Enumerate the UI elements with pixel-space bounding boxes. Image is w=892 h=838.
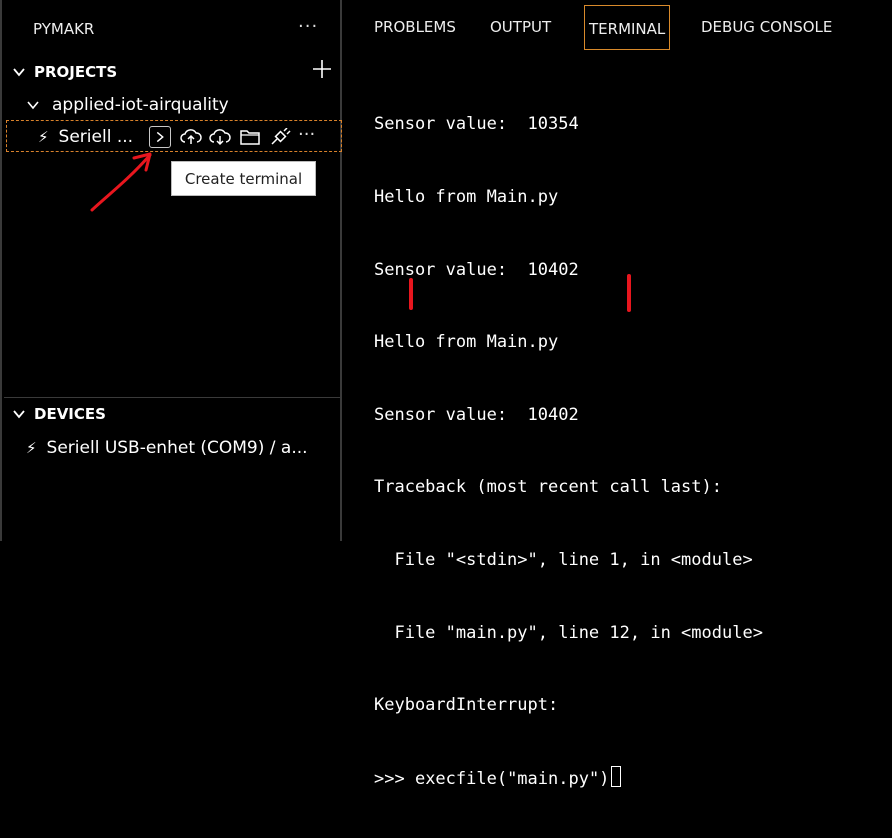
tab-output[interactable]: OUTPUT <box>490 18 551 36</box>
tab-debug-console[interactable]: DEBUG CONSOLE <box>701 18 832 36</box>
terminal-line: File "main.py", line 12, in <module> <box>374 622 763 643</box>
create-terminal-button[interactable] <box>149 126 171 148</box>
terminal-command: execfile("main.py") <box>414 768 610 789</box>
projects-section-header[interactable]: PROJECTS <box>12 63 117 81</box>
device-label: Seriell USB-enhet (COM9) / a... <box>46 438 308 458</box>
projects-header-label: PROJECTS <box>34 63 118 81</box>
terminal-prompt: >>> <box>374 768 415 789</box>
project-name: applied-iot-airquality <box>52 95 229 115</box>
upload-cloud-icon[interactable] <box>180 128 202 146</box>
terminal-input-line[interactable]: >>> execfile("main.py") <box>374 765 763 790</box>
sidebar-more-button[interactable]: ··· <box>298 16 318 37</box>
project-item[interactable]: applied-iot-airquality <box>26 95 229 115</box>
terminal-line: Hello from Main.py <box>374 187 559 207</box>
terminal-output[interactable]: Sensor value: 10354 Hello from Main.py S… <box>374 64 763 838</box>
chevron-down-icon <box>13 410 25 419</box>
section-divider <box>4 397 342 398</box>
terminal-line: KeyboardInterrupt: <box>374 695 559 716</box>
terminal-line: Traceback (most recent call last): <box>374 477 722 498</box>
create-terminal-tooltip: Create terminal <box>171 161 316 196</box>
download-cloud-icon[interactable] <box>209 128 231 146</box>
project-device-label: Seriell ... <box>58 127 134 147</box>
devices-section-header[interactable]: DEVICES <box>12 405 106 423</box>
pymakr-sidebar: PYMAKR ··· PROJECTS applied-iot-airquali… <box>0 0 342 541</box>
project-device-label-row: ⚡ Seriell ... <box>38 127 133 147</box>
terminal-cursor <box>611 765 622 787</box>
device-more-button[interactable]: ··· <box>298 124 315 145</box>
terminal-line: File "<stdin>", line 1, in <module> <box>374 549 753 570</box>
panel-tabs: PROBLEMS OUTPUT TERMINAL DEBUG CONSOLE <box>344 0 892 54</box>
chevron-down-icon <box>27 101 39 110</box>
bottom-panel: PROBLEMS OUTPUT TERMINAL DEBUG CONSOLE S… <box>344 0 892 789</box>
folder-icon[interactable] <box>239 128 261 146</box>
connect-plug-icon[interactable] <box>269 128 291 146</box>
devices-header-label: DEVICES <box>34 405 106 423</box>
sidebar-title: PYMAKR <box>33 20 95 38</box>
terminal-line: Sensor value: 10402 <box>374 404 579 425</box>
terminal-line: Sensor value: 10402 <box>374 259 579 280</box>
tab-problems[interactable]: PROBLEMS <box>374 18 456 36</box>
terminal-line: Hello from Main.py <box>374 332 559 353</box>
lightning-icon: ⚡ <box>26 439 37 457</box>
add-project-button[interactable] <box>311 58 333 80</box>
terminal-line: Sensor value: 10354 <box>374 114 579 135</box>
lightning-icon: ⚡ <box>38 128 49 146</box>
chevron-down-icon <box>13 68 25 77</box>
device-item[interactable]: ⚡ Seriell USB-enhet (COM9) / a... <box>26 438 308 458</box>
tab-terminal[interactable]: TERMINAL <box>584 5 671 50</box>
